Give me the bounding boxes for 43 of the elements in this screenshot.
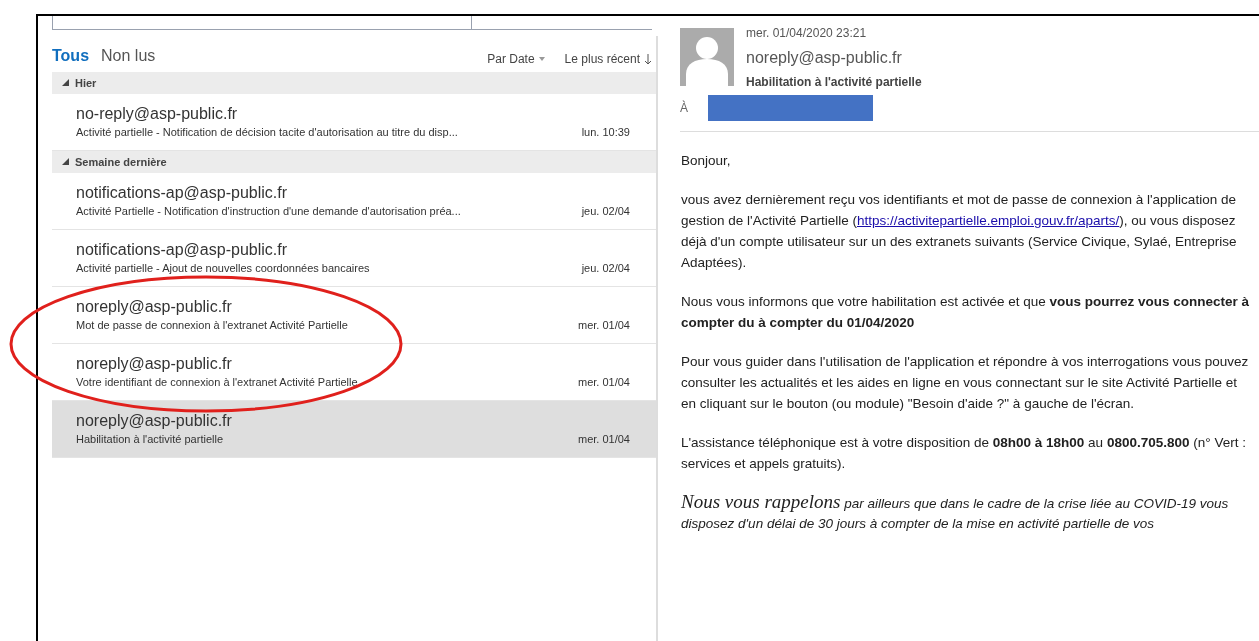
message-date: mer. 01/04 [578,317,630,333]
message-date: jeu. 02/04 [581,260,630,276]
body-paragraph: Pour vous guider dans l'utilisation de l'application et répondre à vos interrogations vous pouvez consulter les actualités et les aides en ligne en vous connectant sur le site Activité Partielle et en cliquant sur le bouton (ou module) "Besoin d'aide ?" à gauche de l'écran. [681,353,1250,413]
message-subject: Activité partielle - Notification de décision tacite d'autorisation au titre du disp... [76,124,458,140]
sender-name: no-reply@asp-public.fr [76,103,239,124]
body-paragraph: Bonjour, [681,152,732,170]
group-header[interactable]: Hier [52,72,656,94]
group-label: Hier [75,75,97,91]
sender-name: noreply@asp-public.fr [76,296,233,317]
message-subject: Votre identifiant de connexion à l'extranet Activité Partielle [76,374,358,390]
email-link[interactable]: https://activitepartielle.emploi.gouv.fr/aparts/ [856,213,1120,228]
message-row[interactable]: noreply@asp-public.fr Habilitation à l'activité partielle mer. 01/04 [52,401,656,458]
sender-name: notifications-ap@asp-public.fr [76,182,288,203]
down-arrow-icon [644,53,652,65]
caret-icon [538,57,545,61]
group-label: Semaine dernière [75,154,167,170]
sender-name: noreply@asp-public.fr [76,353,233,374]
sender-name: noreply@asp-public.fr [746,48,903,68]
message-subject: Habilitation à l'activité partielle [76,431,223,447]
message-subject: Activité Partielle - Notification d'instruction d'une demande d'autorisation préa... [76,203,461,219]
group-header[interactable]: Semaine dernière [52,151,656,173]
message-date: mer. 01/04 [578,374,630,390]
sort-dropdown[interactable]: Par Date [487,50,545,68]
body-paragraph: L'assistance téléphonique est à votre disposition de 08h00 à 18h00 au 0800.705.800 (n° Vert : services et appels gratuits). [681,434,1247,473]
message-datetime: mer. 01/04/2020 23:21 [746,25,868,42]
message-subject: Habilitation à l'activité partielle [746,74,922,91]
body-paragraph: Nous vous informons que votre habilitation est activée et que vous pourrez vous connecter à compter du à compter du 01/04/2020 [681,293,1251,332]
expand-icon [62,158,69,166]
expand-icon [62,79,69,87]
message-date: jeu. 02/04 [581,203,630,219]
message-subject: Mot de passe de connexion à l'extranet Activité Partielle [76,317,348,333]
body-paragraph: Nous vous rappelons par ailleurs que dans le cadre de la crise liée au COVID-19 vous disposez d'un délai de 30 jours à compter de la mise en activité partielle de vos [681,492,1230,533]
avatar-icon [680,28,734,86]
filter-tab[interactable]: Non lus [101,44,156,68]
sender-name: noreply@asp-public.fr [76,410,233,431]
message-date: mer. 01/04 [578,431,630,447]
sort-order-button[interactable]: Le plus récent [564,50,652,68]
body-paragraph: vous avez dernièrement reçu vos identifiants et mot de passe de connexion à l'application de gestion de l'Activité Partielle (https://activitepartielle.emploi.gouv.fr/aparts/), ou vous disposez déjà d'un compte utilisateur sur un des extranets suivants (Service Civique, Sylaé, Entreprise Adaptées). [681,191,1238,272]
filter-tab[interactable]: Tous [52,44,90,68]
message-date: lun. 10:39 [581,124,630,140]
message-subject: Activité partielle - Ajout de nouvelles coordonnées bancaires [76,260,370,276]
recipient-label: À [680,99,688,117]
sender-name: notifications-ap@asp-public.fr [76,239,288,260]
